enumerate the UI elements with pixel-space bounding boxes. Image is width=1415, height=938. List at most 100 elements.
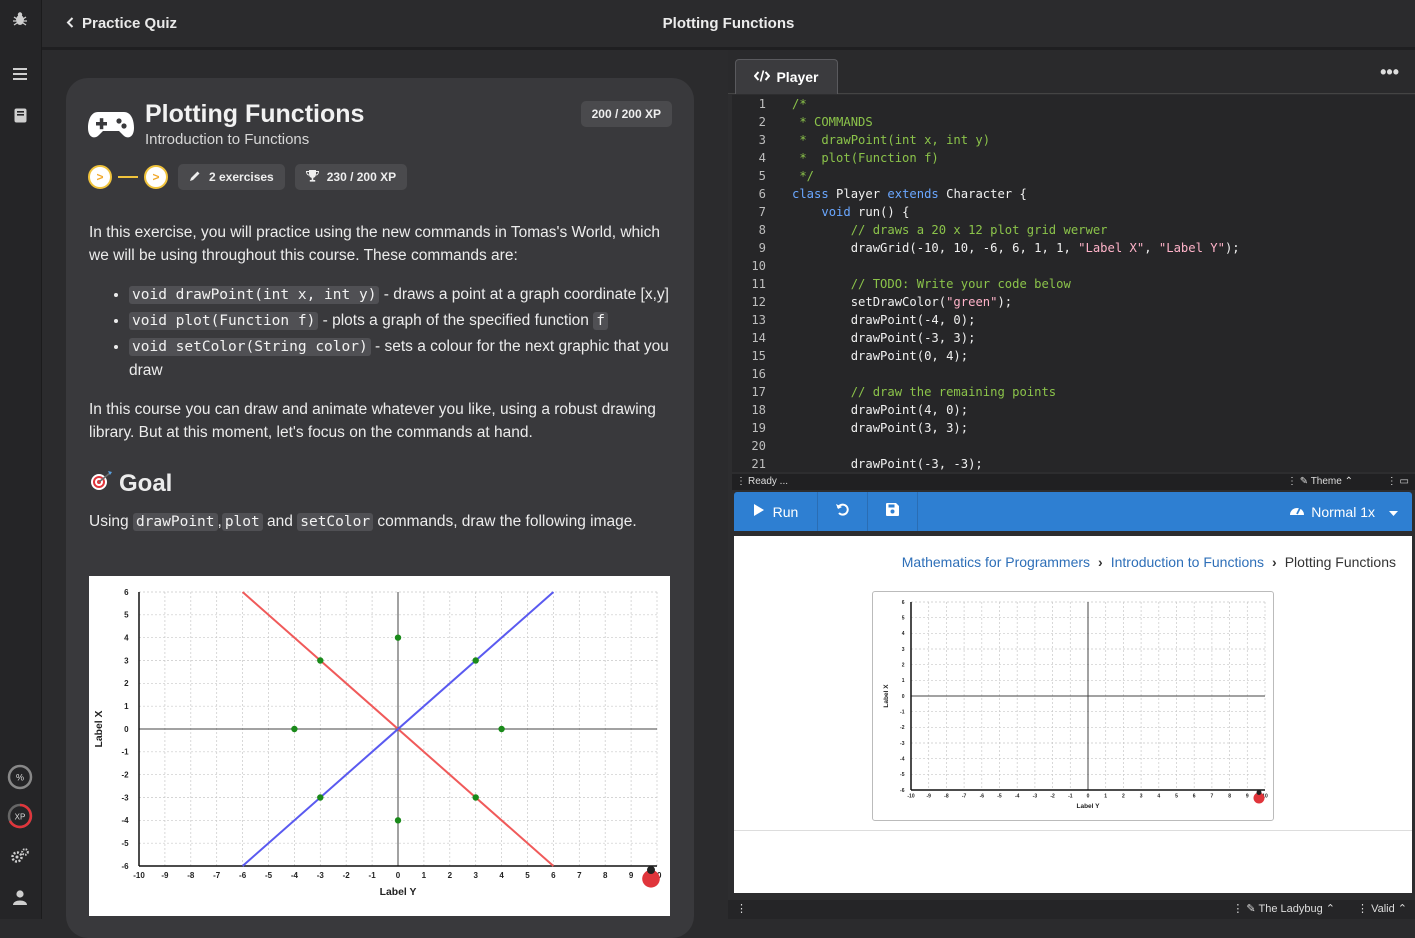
goal-heading: Goal [89, 470, 673, 496]
y-tick-label: -1 [121, 748, 129, 757]
goal-title: Goal [119, 469, 173, 497]
speed-dropdown[interactable]: Normal 1x [1289, 492, 1398, 531]
run-button[interactable]: Run [734, 492, 818, 531]
code-line: 4 * plot(Function f) [732, 149, 1415, 167]
line-number: 6 [758, 187, 766, 201]
step-1-button[interactable]: > [88, 165, 112, 189]
x-tick-label: 1 [1104, 794, 1107, 800]
y-tick-label: -4 [900, 756, 905, 762]
progress-percent-icon[interactable]: % [7, 764, 33, 790]
data-point [498, 725, 505, 733]
code-text: */ [792, 169, 815, 183]
line-number: 18 [751, 403, 766, 417]
player-panel: Player ••• 1/* 2 * COMMANDS 3 * drawPoint(… [728, 50, 1415, 919]
x-tick-label: 2 [1122, 794, 1125, 800]
line-number: 5 [758, 169, 766, 183]
y-tick-label: -1 [900, 709, 905, 715]
line-number: 8 [758, 223, 766, 237]
valid-menu[interactable]: ⋮ Valid ⌃ [1357, 900, 1407, 919]
book-icon[interactable] [9, 104, 31, 126]
step-2-button[interactable]: > [144, 165, 168, 189]
brush-icon: ⋮ ✎ [1286, 476, 1311, 487]
speed-label: Normal 1x [1311, 503, 1375, 520]
tab-player[interactable]: Player [735, 59, 838, 94]
x-tick-label: -10 [907, 794, 914, 800]
y-tick-label: -3 [900, 741, 905, 747]
trophy-xp-label: 230 / 200 XP [326, 170, 397, 184]
code-line: 14 drawPoint(-3, 3); [732, 329, 1415, 347]
x-tick-label: 9 [629, 871, 634, 880]
bug-icon[interactable] [9, 8, 31, 30]
menu-icon[interactable] [9, 63, 31, 85]
chevron-up-icon: ⌃ [1397, 903, 1407, 915]
command-code: plot [221, 513, 263, 531]
y-tick-label: -4 [121, 816, 129, 825]
code-line: 13 drawPoint(-4, 0); [732, 311, 1415, 329]
chevron-right-icon: › [1272, 554, 1277, 570]
y-tick-label: -2 [121, 770, 129, 779]
code-line: 21 drawPoint(-3, -3); [732, 455, 1415, 472]
pencil-icon [189, 170, 201, 185]
line-number: 19 [751, 421, 766, 435]
window-icon[interactable]: ⋮ ▭ [1387, 474, 1409, 490]
play-icon [753, 503, 765, 520]
x-tick-label: -6 [239, 871, 247, 880]
tab-label: Player [776, 69, 819, 85]
exercise-description: In this exercise, you will practice usin… [89, 221, 673, 550]
breadcrumb-link[interactable]: Introduction to Functions [1111, 554, 1264, 570]
x-tick-label: -1 [369, 871, 377, 880]
chevron-right-icon: › [1098, 554, 1103, 570]
brush-icon: ⋮ ✎ [1232, 903, 1259, 915]
exercises-count-pill: 2 exercises [178, 164, 285, 190]
editor-status-bar: ⋮ Ready ... ⋮ ✎ Theme ⌃ ⋮ ▭ [732, 474, 1415, 490]
code-line: 3 * drawPoint(int x, int y) [732, 131, 1415, 149]
xp-icon[interactable]: XP [7, 803, 33, 829]
code-text: drawPoint(-4, 0); [792, 313, 976, 327]
code-text: drawPoint(3, 3); [792, 421, 969, 435]
code-editor[interactable]: 1/* 2 * COMMANDS 3 * drawPoint(int x, int … [732, 95, 1415, 472]
exercise-header: Plotting Functions Introduction to Funct… [88, 98, 672, 218]
list-item: void plot(Function f) - plots a graph of… [129, 309, 673, 333]
more-options-icon[interactable]: ••• [1380, 62, 1399, 83]
percent-label: % [16, 773, 24, 783]
code-text: drawPoint(0, 4); [792, 349, 969, 363]
reset-button[interactable] [818, 492, 868, 531]
settings-gears-icon[interactable] [9, 845, 31, 867]
intro-paragraph: In this exercise, you will practice usin… [89, 224, 660, 264]
output-stage: Mathematics for Programmers › Introducti… [734, 536, 1412, 893]
step-connector [118, 176, 138, 178]
y-tick-label: 1 [124, 702, 129, 711]
line-number: 3 [758, 133, 766, 147]
x-tick-label: -2 [1050, 794, 1055, 800]
editor-tab-bar: Player ••• [728, 50, 1415, 94]
code-text: void run() { [821, 205, 910, 219]
chevron-up-icon: ⌃ [1344, 476, 1353, 487]
line-number: 1 [758, 97, 766, 111]
xp-label: XP [15, 813, 26, 822]
x-tick-label: 3 [473, 871, 478, 880]
x-tick-label: -3 [317, 871, 325, 880]
breadcrumb-link[interactable]: Mathematics for Programmers [902, 554, 1090, 570]
theme-menu[interactable]: ⋮ ✎ Theme ⌃ [1287, 474, 1353, 490]
line-number: 15 [751, 349, 766, 363]
code-line: 10 [732, 257, 1415, 275]
gamepad-icon [88, 110, 134, 140]
goal-text: Using [89, 513, 133, 530]
code-line: 6 class Player extends Character { [732, 185, 1415, 203]
code-line: 11 // TODO: Write your code below [732, 275, 1415, 293]
x-tick-label: 6 [551, 871, 556, 880]
course-paragraph: In this course you can draw and animate … [89, 401, 656, 441]
data-point [394, 817, 402, 824]
save-button[interactable] [868, 492, 918, 531]
line-number: 2 [758, 115, 766, 129]
credit-menu[interactable]: ⋮ ✎ The Ladybug ⌃ [1232, 900, 1335, 919]
line-number: 17 [751, 385, 766, 399]
y-tick-label: 3 [124, 656, 129, 665]
run-toolbar: Run Normal 1x [734, 492, 1412, 531]
y-tick-label: 5 [124, 611, 129, 620]
footer-drag-icon[interactable]: ⋮ [736, 900, 747, 919]
x-tick-label: 8 [1228, 794, 1231, 800]
y-tick-label: 0 [124, 725, 129, 734]
status-drag-icon[interactable]: ⋮ [736, 474, 746, 490]
user-icon[interactable] [9, 886, 31, 908]
